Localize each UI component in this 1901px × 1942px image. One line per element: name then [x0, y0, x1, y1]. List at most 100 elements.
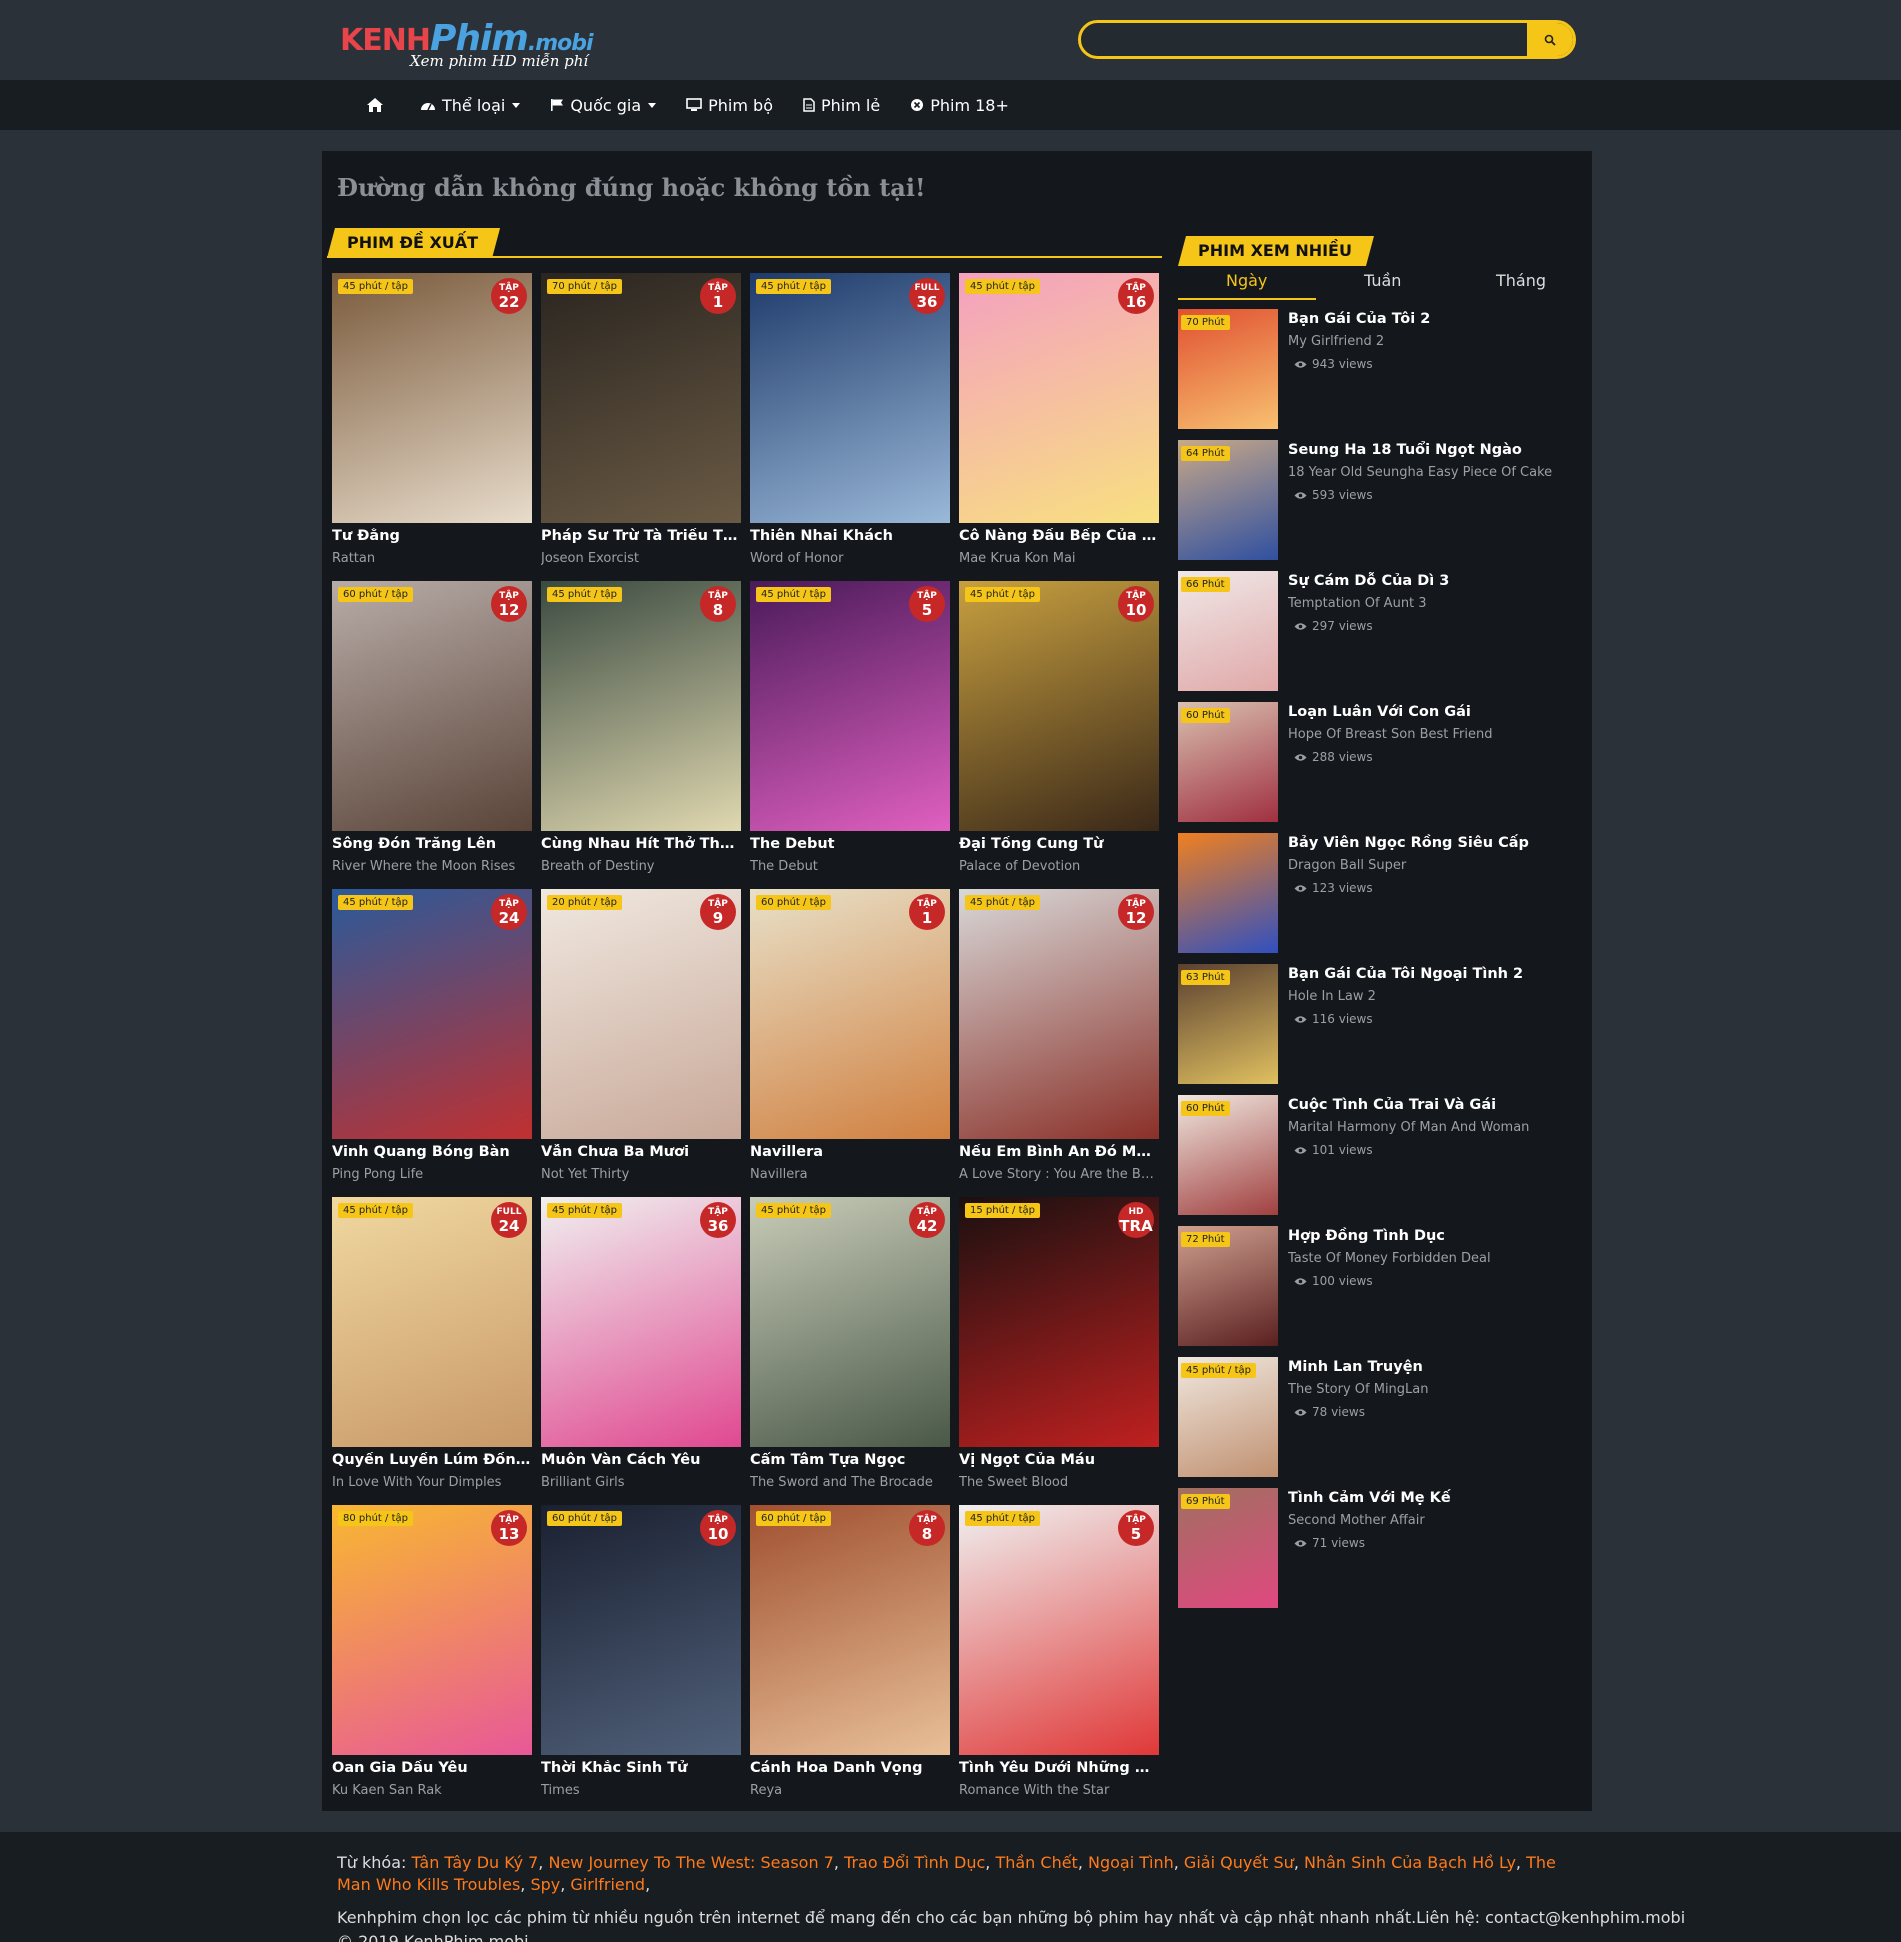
movie-poster[interactable]: 60 phút / tập TẬP 8 — [750, 1505, 950, 1755]
nav-series[interactable]: Phim bộ — [686, 96, 773, 115]
keyword-link[interactable]: Ngoại Tình — [1088, 1853, 1174, 1872]
keyword-link[interactable]: Giải Quyết Sư — [1184, 1853, 1294, 1872]
site-logo[interactable]: KENHPhim.mobi Xem phim HD miễn phí — [340, 21, 620, 74]
movie-title[interactable]: Quyến Luyến Lúm Đồng Tiền — [332, 1452, 532, 1468]
keyword-link[interactable]: Girlfriend — [570, 1875, 645, 1894]
movie-title[interactable]: Đại Tống Cung Từ — [959, 836, 1159, 852]
popular-subtitle: 18 Year Old Seungha Easy Piece Of Cake — [1288, 465, 1553, 480]
popular-item[interactable]: 72 Phút Hợp Đồng Tình Dục Taste Of Money F… — [1178, 1226, 1578, 1346]
popular-thumbnail[interactable]: 69 Phút — [1178, 1488, 1278, 1608]
popular-item[interactable]: 60 Phút Cuộc Tình Của Trai Và Gái Marital … — [1178, 1095, 1578, 1215]
movie-poster[interactable]: 60 phút / tập TẬP 12 — [332, 581, 532, 831]
nav-country[interactable]: Quốc gia — [550, 96, 657, 115]
keyword-link[interactable]: Trao Đổi Tình Dục — [844, 1853, 985, 1872]
popular-title-text[interactable]: Sự Cám Dỗ Của Dì 3 — [1288, 573, 1449, 589]
movie-title[interactable]: Pháp Sư Trừ Tà Triều Tiên — [541, 528, 741, 544]
popular-thumbnail[interactable]: 60 Phút — [1178, 1095, 1278, 1215]
movie-poster[interactable]: 45 phút / tập TẬP 12 — [959, 889, 1159, 1139]
nav-movies[interactable]: Phim lẻ — [803, 96, 880, 115]
footer-copyright: © 2019 KenhPhim.mobi — [337, 1932, 529, 1942]
episode-badge: TẬP 5 — [1118, 1510, 1154, 1546]
movie-poster[interactable]: 45 phút / tập TẬP 42 — [750, 1197, 950, 1447]
movie-title[interactable]: Tư Đằng — [332, 528, 532, 544]
movie-poster[interactable]: 45 phút / tập TẬP 36 — [541, 1197, 741, 1447]
movie-title[interactable]: Sông Đón Trăng Lên — [332, 836, 532, 852]
popular-title-text[interactable]: Minh Lan Truyện — [1288, 1359, 1423, 1375]
movie-poster[interactable]: 45 phút / tập TẬP 5 — [750, 581, 950, 831]
popular-thumbnail[interactable]: 45 phút / tập — [1178, 1357, 1278, 1477]
popular-title-text[interactable]: Bạn Gái Của Tôi Ngoại Tình 2 — [1288, 966, 1523, 982]
movie-title[interactable]: Tình Yêu Dưới Những Vì Sao — [959, 1760, 1159, 1776]
movie-title[interactable]: Vinh Quang Bóng Bàn — [332, 1144, 532, 1160]
popular-item[interactable]: 66 Phút Sự Cám Dỗ Của Dì 3 Temptation Of A… — [1178, 571, 1578, 691]
movie-poster[interactable]: 45 phút / tập TẬP 16 — [959, 273, 1159, 523]
movie-poster[interactable]: 15 phút / tập HD TRA — [959, 1197, 1159, 1447]
movie-title[interactable]: Vẫn Chưa Ba Mươi — [541, 1144, 741, 1160]
nav-adult[interactable]: Phim 18+ — [910, 96, 1009, 115]
popular-item[interactable]: 70 Phút Bạn Gái Của Tôi 2 My Girlfriend 2 9… — [1178, 309, 1578, 429]
popular-item[interactable]: 63 Phút Bạn Gái Của Tôi Ngoại Tình 2 Hole … — [1178, 964, 1578, 1084]
popular-title-text[interactable]: Loạn Luân Với Con Gái — [1288, 704, 1471, 720]
duration-badge: 45 phút / tập — [965, 1511, 1040, 1526]
movie-poster[interactable]: 45 phút / tập FULL 36 — [750, 273, 950, 523]
popular-title-text[interactable]: Tình Cảm Với Mẹ Kế — [1288, 1490, 1451, 1506]
popular-item[interactable]: 64 Phút Seung Ha 18 Tuổi Ngọt Ngào 18 Year… — [1178, 440, 1578, 560]
popular-title-text[interactable]: Seung Ha 18 Tuổi Ngọt Ngào — [1288, 442, 1522, 458]
movie-poster[interactable]: 80 phút / tập TẬP 13 — [332, 1505, 532, 1755]
movie-title[interactable]: Muôn Vàn Cách Yêu — [541, 1452, 741, 1468]
movie-title[interactable]: Cô Nàng Đầu Bếp Của Tôi — [959, 528, 1159, 544]
movie-poster[interactable]: 45 phút / tập TẬP 22 — [332, 273, 532, 523]
popular-thumbnail[interactable]: 63 Phút — [1178, 964, 1278, 1084]
duration-badge: 64 Phút — [1181, 446, 1230, 461]
popular-title-text[interactable]: Cuộc Tình Của Trai Và Gái — [1288, 1097, 1496, 1113]
movie-title[interactable]: The Debut — [750, 836, 950, 852]
movie-subtitle: The Debut — [750, 859, 818, 874]
movie-title[interactable]: Nếu Em Bình An Đó Mới Là Ngày Nắng — [959, 1144, 1159, 1160]
popular-item[interactable]: 60 Phút Loạn Luân Với Con Gái Hope Of Brea… — [1178, 702, 1578, 822]
episode-badge-number: TRA — [1119, 1217, 1153, 1235]
movie-poster[interactable]: 45 phút / tập TẬP 8 — [541, 581, 741, 831]
tab-month[interactable]: Tháng — [1496, 271, 1546, 290]
popular-title-text[interactable]: Bạn Gái Của Tôi 2 — [1288, 311, 1430, 327]
popular-thumbnail[interactable] — [1178, 833, 1278, 953]
popular-thumbnail[interactable]: 60 Phút — [1178, 702, 1278, 822]
movie-subtitle: Breath of Destiny — [541, 859, 655, 874]
movie-title[interactable]: Cánh Hoa Danh Vọng — [750, 1760, 950, 1776]
movie-poster[interactable]: 45 phút / tập TẬP 5 — [959, 1505, 1159, 1755]
popular-item[interactable]: Bảy Viên Ngọc Rồng Siêu Cấp Dragon Ball S… — [1178, 833, 1578, 953]
popular-thumbnail[interactable]: 70 Phút — [1178, 309, 1278, 429]
popular-thumbnail[interactable]: 66 Phút — [1178, 571, 1278, 691]
movie-poster[interactable]: 70 phút / tập TẬP 1 — [541, 273, 741, 523]
popular-item[interactable]: 69 Phút Tình Cảm Với Mẹ Kế Second Mother A… — [1178, 1488, 1578, 1608]
movie-title[interactable]: Cẩm Tâm Tựa Ngọc — [750, 1452, 950, 1468]
movie-poster[interactable]: 45 phút / tập TẬP 10 — [959, 581, 1159, 831]
tab-day[interactable]: Ngày — [1226, 271, 1267, 290]
keyword-link[interactable]: Tân Tây Du Ký 7 — [411, 1853, 538, 1872]
movie-poster[interactable]: 60 phút / tập TẬP 10 — [541, 1505, 741, 1755]
movie-title[interactable]: Vị Ngọt Của Máu — [959, 1452, 1159, 1468]
popular-title-text[interactable]: Hợp Đồng Tình Dục — [1288, 1228, 1445, 1244]
movie-poster[interactable]: 20 phút / tập TẬP 9 — [541, 889, 741, 1139]
movie-title[interactable]: Oan Gia Dấu Yêu — [332, 1760, 532, 1776]
movie-title[interactable]: Cùng Nhau Hít Thở Thật Sâu — [541, 836, 741, 852]
keyword-link[interactable]: Thần Chết — [995, 1853, 1077, 1872]
popular-thumbnail[interactable]: 72 Phút — [1178, 1226, 1278, 1346]
popular-item[interactable]: 45 phút / tập Minh Lan Truyện The Story Of… — [1178, 1357, 1578, 1477]
movie-title[interactable]: Thời Khắc Sinh Tử — [541, 1760, 741, 1776]
movie-title[interactable]: Navillera — [750, 1144, 950, 1160]
nav-genre[interactable]: Thể loại — [420, 96, 521, 115]
movie-poster[interactable]: 45 phút / tập TẬP 24 — [332, 889, 532, 1139]
movie-poster[interactable]: 60 phút / tập TẬP 1 — [750, 889, 950, 1139]
popular-thumbnail[interactable]: 64 Phút — [1178, 440, 1278, 560]
movie-poster[interactable]: 45 phút / tập FULL 24 — [332, 1197, 532, 1447]
movie-title[interactable]: Thiên Nhai Khách — [750, 528, 950, 544]
keyword-link[interactable]: Spy — [530, 1875, 560, 1894]
tab-week[interactable]: Tuần — [1364, 271, 1401, 290]
popular-title-text[interactable]: Bảy Viên Ngọc Rồng Siêu Cấp — [1288, 835, 1529, 851]
episode-badge-label: TẬP — [917, 1515, 937, 1525]
keyword-link[interactable]: New Journey To The West: Season 7 — [548, 1853, 833, 1872]
nav-home[interactable] — [366, 97, 390, 113]
keyword-link[interactable]: Nhân Sinh Của Bạch Hồ Ly — [1304, 1853, 1516, 1872]
search-input[interactable] — [1081, 23, 1531, 56]
search-button[interactable] — [1527, 23, 1573, 56]
